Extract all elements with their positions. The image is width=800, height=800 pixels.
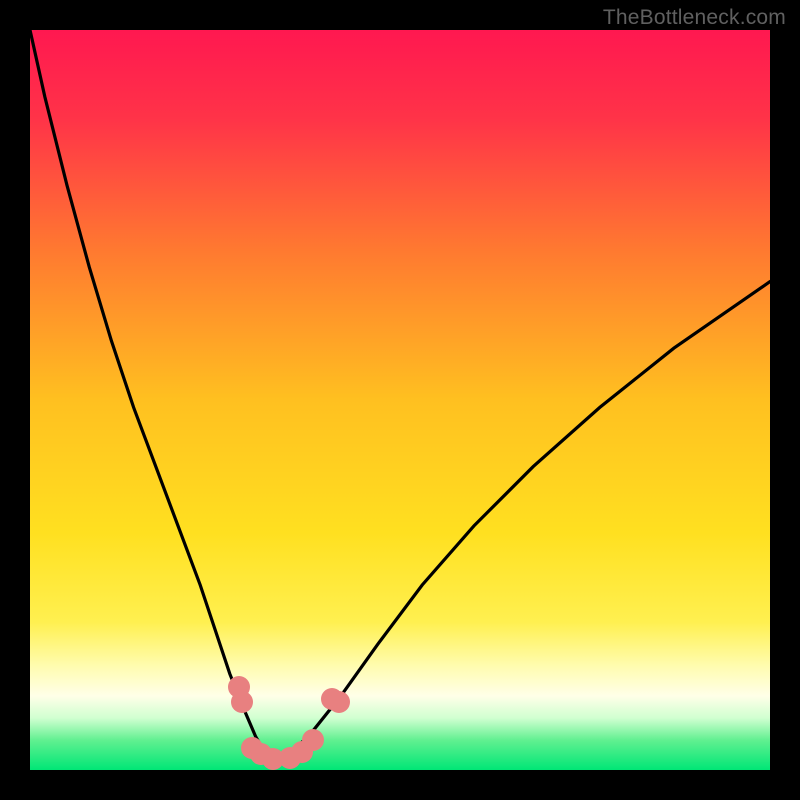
watermark-text: TheBottleneck.com [603, 6, 786, 30]
data-marker [302, 729, 324, 751]
plot-area [30, 30, 770, 770]
data-marker [328, 691, 350, 713]
bottleneck-curve [30, 30, 770, 770]
data-marker [231, 691, 253, 713]
